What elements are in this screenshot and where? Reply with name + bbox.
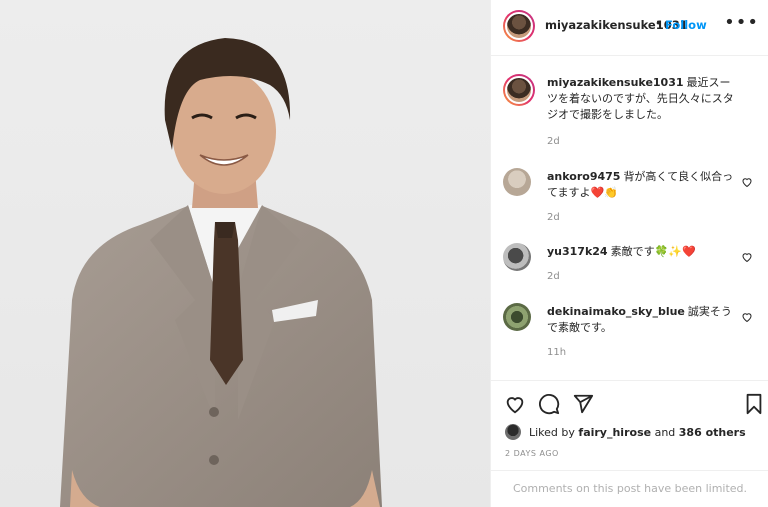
share-icon[interactable]	[572, 393, 594, 415]
liked-by-prefix: Liked by	[529, 426, 575, 439]
comment-time[interactable]: 2d	[547, 212, 560, 223]
comments-list[interactable]: miyazakikensuke1031 最近スーツを着ないのですが、先日久々にスタ…	[491, 56, 768, 378]
heart-icon[interactable]	[504, 393, 526, 415]
comments-limited-notice: Comments on this post have been limited.	[491, 470, 768, 507]
comment-username[interactable]: ankoro9475	[547, 170, 620, 183]
heart-icon[interactable]	[741, 176, 753, 188]
liker-avatar[interactable]	[505, 424, 521, 440]
liked-by-and: and	[654, 426, 676, 439]
heart-icon[interactable]	[741, 311, 753, 323]
comment-username[interactable]: yu317k24	[547, 245, 608, 258]
heart-icon[interactable]	[741, 251, 753, 263]
caption-avatar[interactable]	[503, 74, 535, 106]
liked-by-others[interactable]: 386 others	[679, 426, 746, 439]
comment-text: dekinaimako_sky_blue 誠実そうで素敵です。	[547, 304, 739, 336]
author-avatar[interactable]	[503, 10, 535, 42]
comment-text: ankoro9475 背が高くて良く似合ってますよ❤️👏	[547, 169, 739, 201]
post-details-panel: miyazakikensuke1031 • Follow ••• miyazak…	[490, 0, 768, 507]
comment-body: 素敵です🍀✨❤️	[610, 245, 696, 258]
comment-avatar[interactable]	[503, 303, 531, 331]
caption-username[interactable]: miyazakikensuke1031	[547, 76, 684, 89]
liked-by-user[interactable]: fairy_hirose	[578, 426, 651, 439]
comment-username[interactable]: dekinaimako_sky_blue	[547, 305, 685, 318]
post-header: miyazakikensuke1031 • Follow •••	[491, 0, 768, 56]
comment-icon[interactable]	[538, 393, 560, 415]
comment-avatar[interactable]	[503, 168, 531, 196]
follow-button[interactable]: Follow	[665, 18, 707, 32]
comment-avatar[interactable]	[503, 243, 531, 271]
man-in-suit-photo	[60, 38, 382, 507]
more-icon[interactable]: •••	[724, 12, 759, 33]
posted-ago[interactable]: 2 DAYS AGO	[505, 449, 559, 458]
caption-text: miyazakikensuke1031 最近スーツを着ないのですが、先日久々にスタ…	[547, 75, 739, 123]
separator-dot: •	[655, 17, 662, 30]
post-photo[interactable]	[0, 0, 490, 507]
comment-text: yu317k24 素敵です🍀✨❤️	[547, 244, 739, 260]
bookmark-icon[interactable]	[743, 393, 765, 415]
caption-time[interactable]: 2d	[547, 136, 560, 147]
comment-time[interactable]: 11h	[547, 347, 566, 358]
comment-time[interactable]: 2d	[547, 271, 560, 282]
